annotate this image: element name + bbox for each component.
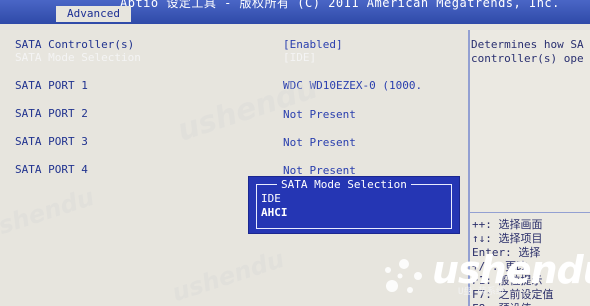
setting-label-sata-mode[interactable]: SATA Mode Selection xyxy=(15,51,141,64)
popup-option-ide[interactable]: IDE xyxy=(261,192,281,205)
title-bar: Aptio 设定工具 - 版权所有 (C) 2011 American Mega… xyxy=(0,0,590,24)
help-description: Determines how SA controller(s) ope xyxy=(471,38,584,65)
bios-title: Aptio 设定工具 - 版权所有 (C) 2011 American Mega… xyxy=(120,0,560,10)
logo-subtext: U盘 装系统 xyxy=(458,287,505,297)
help-divider xyxy=(470,212,590,213)
setting-value-sata-mode[interactable]: [IDE] xyxy=(283,51,316,64)
logo-text: ushendu xyxy=(432,248,590,292)
setting-value-sata-port-3: Not Present xyxy=(283,136,356,149)
popup-title: SATA Mode Selection xyxy=(277,178,411,191)
logo-swirl-icon xyxy=(385,259,422,293)
sata-mode-popup: SATA Mode Selection IDE AHCI xyxy=(248,176,460,234)
setting-label-sata-controllers[interactable]: SATA Controller(s) xyxy=(15,38,134,51)
tab-advanced[interactable]: Advanced xyxy=(56,6,131,22)
setting-label-sata-port-4: SATA PORT 4 xyxy=(15,163,88,176)
setting-label-sata-port-2: SATA PORT 2 xyxy=(15,107,88,120)
popup-option-ahci[interactable]: AHCI xyxy=(261,206,288,219)
setting-label-sata-port-1: SATA PORT 1 xyxy=(15,79,88,92)
setting-label-sata-port-3: SATA PORT 3 xyxy=(15,135,88,148)
setting-value-sata-controllers[interactable]: [Enabled] xyxy=(283,38,343,51)
